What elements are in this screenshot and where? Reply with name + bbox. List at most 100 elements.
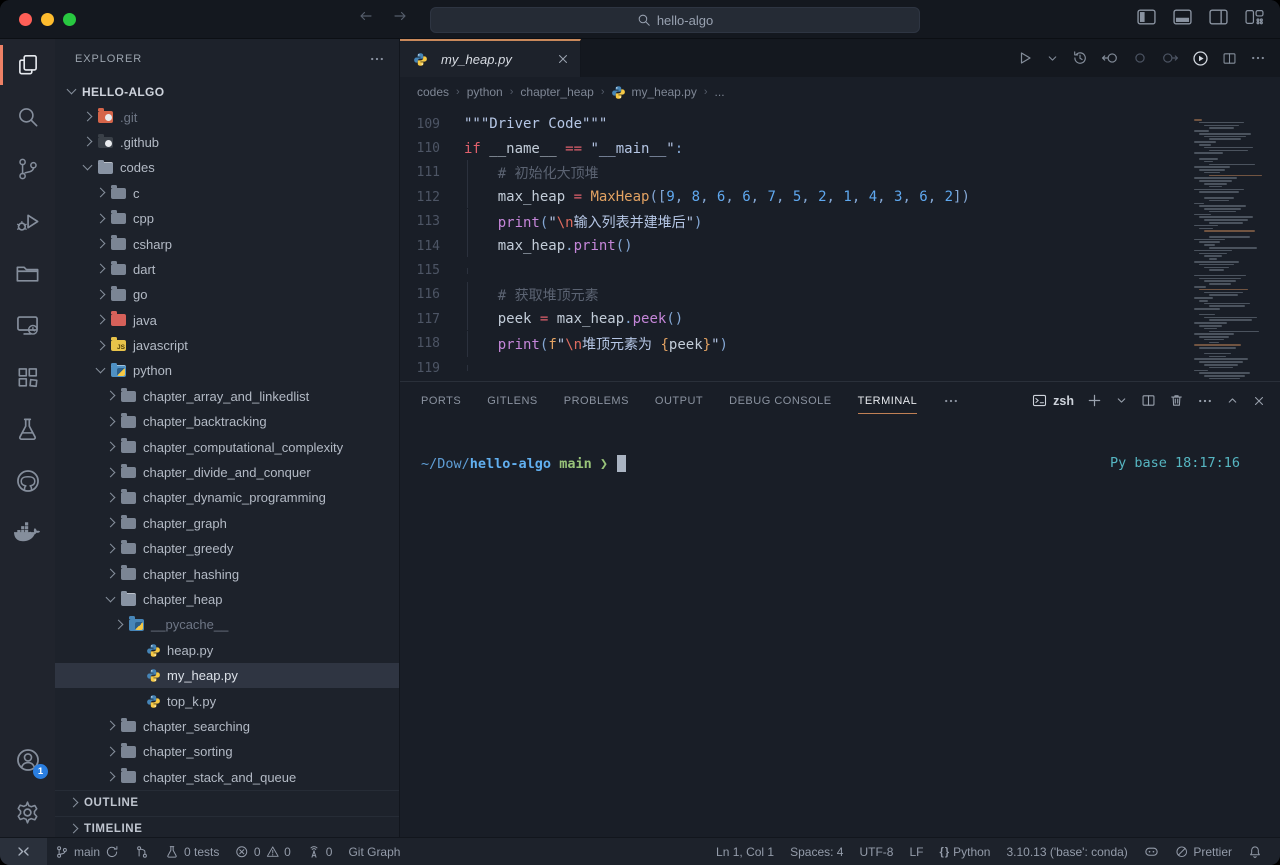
close-panel-icon[interactable] — [1252, 394, 1266, 408]
status-git-graph[interactable]: Git Graph — [340, 838, 408, 865]
layout-customize-icon[interactable] — [1245, 9, 1264, 25]
activity-github[interactable] — [0, 455, 55, 507]
kill-terminal-icon[interactable] — [1169, 393, 1184, 408]
status-tests[interactable]: 0 tests — [157, 838, 227, 865]
tree-item-chapter_heap[interactable]: chapter_heap — [55, 587, 399, 612]
layout-sidebar-left-icon[interactable] — [1137, 9, 1156, 25]
nav-back-icon[interactable] — [1101, 50, 1119, 66]
status-ports-forwarded[interactable]: 0 — [299, 838, 341, 865]
tree-item-dart[interactable]: dart — [55, 257, 399, 282]
status-language-mode[interactable]: { }Python — [931, 838, 998, 865]
tree-item-chapter_stack_and_queue[interactable]: chapter_stack_and_queue — [55, 765, 399, 790]
tree-item-heap.py[interactable]: heap.py — [55, 638, 399, 663]
tree-item-javascript[interactable]: javascript — [55, 333, 399, 358]
tree-item-chapter_array_and_linkedlist[interactable]: chapter_array_and_linkedlist — [55, 384, 399, 409]
tree-item-.git[interactable]: .git — [55, 104, 399, 129]
section-timeline[interactable]: TIMELINE — [55, 816, 399, 838]
tree-item-csharp[interactable]: csharp — [55, 231, 399, 256]
activity-source-control[interactable] — [0, 143, 55, 195]
status-problems[interactable]: 00 — [227, 838, 298, 865]
breadcrumb-item[interactable]: ... — [715, 85, 725, 99]
tree-item-cpp[interactable]: cpp — [55, 206, 399, 231]
tree-item-codes[interactable]: codes — [55, 155, 399, 180]
panel-tab-gitlens[interactable]: GITLENS — [487, 382, 538, 419]
panel-tab-output[interactable]: OUTPUT — [655, 382, 703, 419]
minimap[interactable] — [1194, 115, 1266, 355]
tree-item-chapter_computational_complexity[interactable]: chapter_computational_complexity — [55, 434, 399, 459]
history-forward-icon[interactable] — [392, 8, 408, 24]
breadcrumb-item[interactable]: chapter_heap — [520, 85, 593, 99]
split-editor-icon[interactable] — [1222, 51, 1237, 66]
split-terminal-icon[interactable] — [1141, 393, 1156, 408]
status-encoding[interactable]: UTF-8 — [851, 838, 901, 865]
tree-item-go[interactable]: go — [55, 282, 399, 307]
tree-item-java[interactable]: java — [55, 308, 399, 333]
activity-accounts[interactable]: 1 — [0, 734, 55, 786]
timeline-history-icon[interactable] — [1072, 50, 1088, 66]
remote-indicator[interactable] — [0, 838, 47, 865]
more-actions-icon[interactable] — [1250, 50, 1266, 66]
tree-item-chapter_greedy[interactable]: chapter_greedy — [55, 536, 399, 561]
run-below-icon[interactable] — [1192, 50, 1209, 67]
zoom-window-button[interactable] — [63, 13, 76, 26]
status-copilot[interactable] — [1136, 838, 1167, 865]
tree-item-my_heap.py[interactable]: my_heap.py — [55, 663, 399, 688]
shell-select[interactable]: zsh — [1032, 393, 1074, 408]
activity-remote-explorer[interactable] — [0, 299, 55, 351]
panel-tab-problems[interactable]: PROBLEMS — [564, 382, 629, 419]
status-git-branch[interactable]: main — [47, 838, 127, 865]
tree-item-HELLO-ALGO[interactable]: HELLO-ALGO — [55, 79, 399, 104]
terminal[interactable]: ~/Dow/hello-algo main ❯ Py base 18:17:16 — [400, 419, 1280, 838]
breadcrumb-item[interactable]: my_heap.py — [611, 85, 696, 100]
terminal-more-actions-icon[interactable] — [1197, 393, 1213, 409]
tab-my-heap-py[interactable]: my_heap.py — [400, 39, 581, 77]
tree-item-top_k.py[interactable]: top_k.py — [55, 688, 399, 713]
tree-item-chapter_searching[interactable]: chapter_searching — [55, 714, 399, 739]
activity-extensions[interactable] — [0, 351, 55, 403]
panel-tab-terminal[interactable]: TERMINAL — [858, 382, 918, 419]
history-back-icon[interactable] — [358, 8, 374, 24]
minimize-window-button[interactable] — [41, 13, 54, 26]
new-terminal-icon[interactable] — [1087, 393, 1102, 408]
status-eol[interactable]: LF — [901, 838, 931, 865]
activity-testing[interactable] — [0, 403, 55, 455]
tree-item-chapter_backtracking[interactable]: chapter_backtracking — [55, 409, 399, 434]
tree-item-chapter_divide_and_conquer[interactable]: chapter_divide_and_conquer — [55, 460, 399, 485]
section-outline[interactable]: OUTLINE — [55, 790, 399, 816]
activity-run-and-debug[interactable] — [0, 195, 55, 247]
status-gitlens-compare[interactable] — [127, 838, 157, 865]
tree-item-.github[interactable]: .github — [55, 130, 399, 155]
panel-tabs-more-icon[interactable] — [943, 393, 959, 409]
terminal-profile-dropdown-icon[interactable] — [1115, 394, 1128, 407]
breadcrumb-item[interactable]: codes — [417, 85, 449, 99]
close-window-button[interactable] — [19, 13, 32, 26]
status-prettier[interactable]: Prettier — [1167, 838, 1240, 865]
tree-item-chapter_dynamic_programming[interactable]: chapter_dynamic_programming — [55, 485, 399, 510]
tree-item-chapter_sorting[interactable]: chapter_sorting — [55, 739, 399, 764]
run-dropdown-icon[interactable] — [1046, 52, 1059, 65]
close-tab-icon[interactable] — [556, 52, 570, 66]
tree-item-chapter_hashing[interactable]: chapter_hashing — [55, 561, 399, 586]
layout-sidebar-right-icon[interactable] — [1209, 9, 1228, 25]
tree-item-c[interactable]: c — [55, 181, 399, 206]
panel-tab-ports[interactable]: PORTS — [421, 382, 461, 419]
explorer-more-actions-icon[interactable] — [369, 51, 385, 67]
tree-item-__pycache__[interactable]: __pycache__ — [55, 612, 399, 637]
status-python-interpreter[interactable]: 3.10.13 ('base': conda) — [998, 838, 1135, 865]
tree-item-python[interactable]: python — [55, 358, 399, 383]
nav-current-icon[interactable] — [1132, 50, 1148, 66]
status-cursor-position[interactable]: Ln 1, Col 1 — [708, 838, 782, 865]
layout-panel-icon[interactable] — [1173, 9, 1192, 25]
activity-settings[interactable] — [0, 786, 55, 838]
run-python-file-icon[interactable] — [1017, 50, 1033, 66]
activity-search[interactable] — [0, 91, 55, 143]
activity-docker[interactable] — [0, 507, 55, 559]
activity-explorer[interactable] — [0, 39, 55, 91]
code-editor[interactable]: 109 """Driver Code""" 110 if __name__ ==… — [400, 107, 1280, 381]
status-notifications[interactable] — [1240, 838, 1270, 865]
activity-project-folder[interactable] — [0, 247, 55, 299]
breadcrumb-item[interactable]: python — [467, 85, 503, 99]
maximize-panel-icon[interactable] — [1226, 394, 1239, 407]
command-center-search[interactable]: hello-algo — [430, 7, 920, 33]
status-indentation[interactable]: Spaces: 4 — [782, 838, 851, 865]
